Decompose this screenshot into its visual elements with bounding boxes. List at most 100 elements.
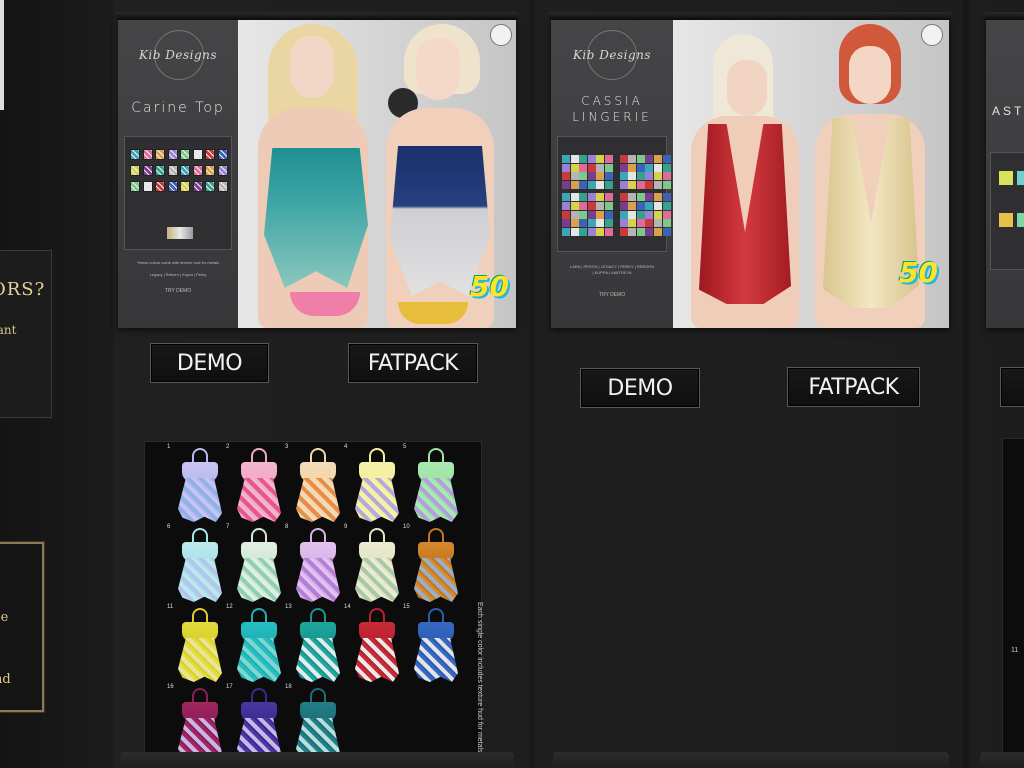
swatch: [654, 163, 662, 172]
swatch: [662, 219, 671, 228]
top-peplum: [237, 558, 281, 602]
swatch: [628, 219, 637, 228]
demo-button-carine[interactable]: DEMO: [150, 343, 269, 383]
swatch: [628, 172, 637, 181]
model-1-face: [290, 36, 334, 98]
swatch: [605, 227, 613, 236]
poster-cassia-lingerie[interactable]: Kib Designs CASSIA LINGERIE LARA | PERIT…: [551, 20, 949, 328]
top-peplum: [237, 638, 281, 682]
color-option-number: 17: [226, 684, 233, 690]
swatch: [562, 155, 570, 163]
swatch: [596, 163, 605, 172]
color-option-number: 10: [403, 524, 410, 530]
swatch: [596, 193, 605, 202]
wall-edge-left: [0, 0, 4, 110]
display-base-mid: [553, 752, 949, 768]
sign-line-text: rant: [0, 323, 17, 337]
swatch: [570, 180, 579, 189]
swatch: [662, 202, 671, 210]
swatch: [562, 193, 570, 202]
swatch: [645, 219, 654, 228]
color-option-number: 3: [285, 444, 289, 450]
color-option-item: 11: [167, 604, 227, 690]
sign-question: ORS? rant: [0, 250, 52, 418]
swatch: [645, 172, 654, 181]
poster-right-cropped[interactable]: AST: [986, 20, 1024, 328]
color-option-number: 11: [167, 604, 174, 610]
swatch: [562, 219, 570, 228]
fatpack-button-carine[interactable]: FATPACK: [348, 343, 478, 383]
top-peplum: [296, 558, 340, 602]
model-1-face: [727, 60, 767, 116]
swatch: [596, 202, 605, 210]
swatch: [636, 202, 645, 210]
swatch: [628, 227, 637, 236]
poster-title-fragment: AST: [992, 104, 1024, 118]
swatch: [596, 227, 605, 236]
model-2-face: [849, 46, 891, 104]
swatch: [619, 172, 628, 181]
swatch: [579, 155, 588, 163]
swatch: [636, 163, 645, 172]
poster-carine-top[interactable]: Kib Designs Carine Top *these colors com…: [118, 20, 516, 328]
button-right-cropped[interactable]: [1000, 367, 1024, 407]
swatch: [636, 219, 645, 228]
top-peplum: [414, 638, 458, 682]
color-option-number: 2: [226, 444, 230, 450]
swatch: [645, 180, 654, 189]
demo-button-cassia[interactable]: DEMO: [580, 368, 700, 408]
swatch: [192, 181, 203, 192]
board-note: Each single color includes texture hud f…: [476, 602, 483, 753]
swatch: [562, 180, 570, 189]
color-option-number: 12: [226, 604, 233, 610]
color-option-item: 4: [344, 444, 404, 530]
swatch: [587, 172, 596, 181]
quality-seal: [490, 24, 512, 46]
swatch: [619, 202, 628, 210]
swatch: [662, 180, 671, 189]
swatch: [628, 210, 637, 219]
swatch: [570, 210, 579, 219]
swatch: [167, 165, 178, 176]
color-option-item: 12: [226, 604, 286, 690]
swatch: [579, 193, 588, 202]
swatch: [562, 210, 570, 219]
sign-frame: se nd: [0, 541, 45, 713]
model-1-top: [264, 148, 368, 288]
sale-badge-50: 50: [899, 256, 938, 289]
swatch: [130, 165, 140, 176]
poster-info-panel: Kib Designs CASSIA LINGERIE LARA | PERIT…: [551, 20, 673, 328]
swatch: [217, 181, 228, 192]
top-peplum: [296, 478, 340, 522]
fatpack-button-cassia[interactable]: FATPACK: [787, 367, 920, 407]
poster-photo: 50: [238, 20, 516, 328]
swatch: [628, 163, 637, 172]
swatch: [587, 202, 596, 210]
color-option-number: 1: [167, 444, 171, 450]
swatch: [205, 149, 215, 160]
swatch: [180, 165, 190, 176]
color-option-item: 15: [403, 604, 463, 690]
swatch: [570, 155, 579, 163]
swatch: [662, 227, 671, 236]
swatch: [619, 227, 628, 236]
swatch: [619, 210, 628, 219]
swatch: [1017, 213, 1024, 227]
top-peplum: [237, 478, 281, 522]
top-peplum: [296, 638, 340, 682]
swatch: [205, 181, 215, 192]
swatch: [579, 227, 588, 236]
quality-seal: [921, 24, 943, 46]
swatch: [155, 181, 165, 192]
color-option-item: 6: [167, 524, 227, 610]
swatch: [562, 227, 570, 236]
swatch: [654, 219, 662, 228]
swatch: [192, 149, 203, 160]
swatch: [619, 219, 628, 228]
swatch: [654, 155, 662, 163]
color-option-number: 13: [285, 604, 292, 610]
swatch: [155, 149, 165, 160]
color-option-number: 14: [344, 604, 351, 610]
swatch: [654, 193, 662, 202]
sale-badge-50: 50: [470, 270, 509, 303]
